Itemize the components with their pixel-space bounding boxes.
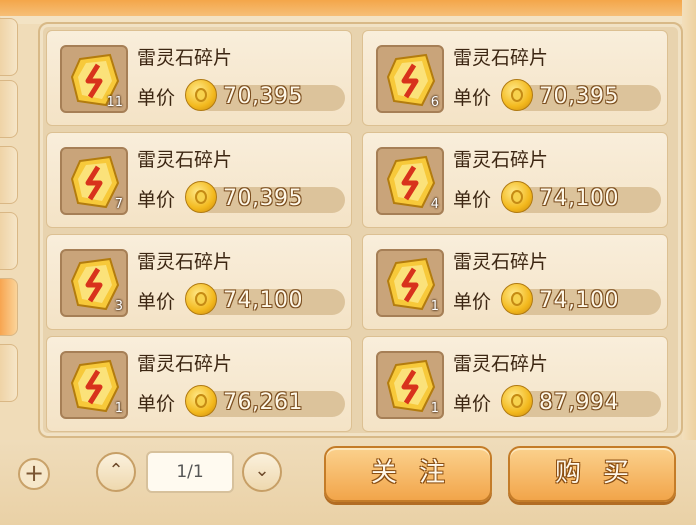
listing-card[interactable]: 1 雷灵石碎片单价 87,994 (362, 336, 668, 432)
add-button[interactable]: + (18, 458, 50, 490)
item-quantity: 11 (106, 95, 123, 110)
item-price: 87,994 (539, 390, 619, 415)
item-name: 雷灵石碎片 (137, 353, 233, 375)
item-name: 雷灵石碎片 (453, 353, 549, 375)
coin-icon (501, 283, 533, 315)
thunder-stone-icon: 4 (376, 147, 444, 215)
chevron-up-icon[interactable]: ⌃ (96, 452, 136, 492)
listing-card[interactable]: 6 雷灵石碎片单价 70,395 (362, 30, 668, 126)
price-label: 单价 (137, 87, 176, 109)
item-price: 70,395 (223, 84, 303, 109)
listing-card[interactable]: 1 雷灵石碎片单价 76,261 (46, 336, 352, 432)
item-name: 雷灵石碎片 (137, 251, 233, 273)
category-tab[interactable] (0, 146, 18, 204)
item-price: 70,395 (223, 186, 303, 211)
item-name: 雷灵石碎片 (453, 149, 549, 171)
listing-card[interactable]: 4 雷灵石碎片单价 74,100 (362, 132, 668, 228)
coin-icon (185, 79, 217, 111)
category-tab[interactable] (0, 344, 18, 402)
thunder-stone-icon: 11 (60, 45, 128, 113)
item-quantity: 4 (430, 197, 439, 212)
buy-button[interactable]: 购买 (508, 446, 676, 502)
listing-card[interactable]: 11 雷灵石碎片单价 70,395 (46, 30, 352, 126)
item-name: 雷灵石碎片 (453, 47, 549, 69)
listing-card[interactable]: 3 雷灵石碎片单价 74,100 (46, 234, 352, 330)
price-label: 单价 (137, 291, 176, 313)
item-quantity: 1 (114, 401, 123, 416)
price-label: 单价 (453, 393, 492, 415)
category-tab[interactable] (0, 80, 18, 138)
thunder-stone-icon: 7 (60, 147, 128, 215)
thunder-stone-icon: 1 (376, 249, 444, 317)
item-name: 雷灵石碎片 (453, 251, 549, 273)
listing-card[interactable]: 7 雷灵石碎片单价 70,395 (46, 132, 352, 228)
price-label: 单价 (453, 291, 492, 313)
item-quantity: 1 (430, 299, 439, 314)
listing-card[interactable]: 1 雷灵石碎片单价 74,100 (362, 234, 668, 330)
thunder-stone-icon: 3 (60, 249, 128, 317)
bottom-bar: + ⌃ 1/1 ⌄ 关注 购买 (0, 440, 696, 525)
listing-panel: 11 雷灵石碎片 单价 70,395 6 雷灵石碎片 单价 70,395 7 雷灵石碎片 单价 70,… (38, 22, 683, 438)
coin-icon (185, 181, 217, 213)
item-name: 雷灵石碎片 (137, 149, 233, 171)
item-price: 76,261 (223, 390, 303, 415)
chevron-down-icon[interactable]: ⌄ (242, 452, 282, 492)
category-tab-active[interactable] (0, 278, 18, 336)
left-category-tabs (0, 18, 20, 438)
thunder-stone-icon: 1 (60, 351, 128, 419)
follow-button[interactable]: 关注 (324, 446, 492, 502)
thunder-stone-icon: 1 (376, 351, 444, 419)
coin-icon (185, 385, 217, 417)
category-tab[interactable] (0, 212, 18, 270)
price-label: 单价 (453, 189, 492, 211)
coin-icon (501, 181, 533, 213)
item-quantity: 6 (430, 95, 439, 110)
item-price: 74,100 (223, 288, 303, 313)
item-quantity: 7 (114, 197, 123, 212)
item-quantity: 3 (114, 299, 123, 314)
item-price: 74,100 (539, 288, 619, 313)
price-label: 单价 (137, 393, 176, 415)
item-price: 70,395 (539, 84, 619, 109)
price-label: 单价 (453, 87, 492, 109)
item-name: 雷灵石碎片 (137, 47, 233, 69)
thunder-stone-icon: 6 (376, 45, 444, 113)
price-label: 单价 (137, 189, 176, 211)
coin-icon (501, 79, 533, 111)
item-quantity: 1 (430, 401, 439, 416)
coin-icon (501, 385, 533, 417)
item-price: 74,100 (539, 186, 619, 211)
coin-icon (185, 283, 217, 315)
page-indicator: 1/1 (146, 451, 234, 493)
top-header-strip (0, 0, 696, 24)
category-tab[interactable] (0, 18, 18, 76)
